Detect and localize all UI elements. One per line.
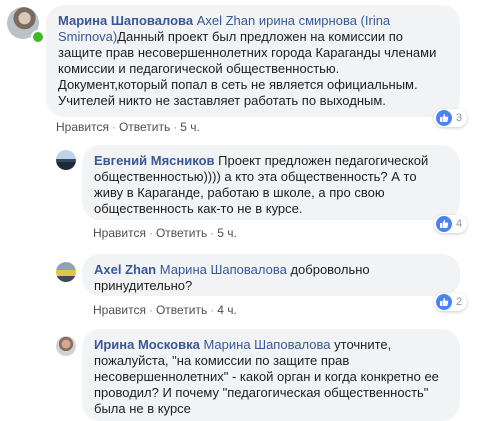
reaction-count[interactable]: 2 bbox=[434, 293, 468, 311]
comment-mentions[interactable]: Марина Шаповалова bbox=[203, 337, 330, 352]
separator: · bbox=[210, 226, 215, 240]
comment-bubble: Ирина Московка Марина Шаповалова уточнит… bbox=[82, 329, 460, 421]
comment-bubble: Марина Шаповалова Axel Zhan ирина смирно… bbox=[46, 5, 460, 117]
like-link[interactable]: Нравится bbox=[93, 303, 146, 317]
comment-mentions[interactable]: Марина Шаповалова bbox=[160, 262, 287, 277]
separator: · bbox=[173, 120, 178, 134]
comment-author[interactable]: Ирина Московка bbox=[94, 337, 200, 352]
separator: · bbox=[148, 226, 153, 240]
like-thumb-icon bbox=[436, 294, 452, 310]
reaction-count[interactable]: 3 bbox=[434, 109, 468, 127]
like-link[interactable]: Нравится bbox=[56, 120, 109, 134]
reaction-number: 3 bbox=[456, 112, 463, 124]
reply-link[interactable]: Ответить bbox=[156, 303, 207, 317]
reply-link[interactable]: Ответить bbox=[156, 226, 207, 240]
comment-actions: Нравится · Ответить · 5 ч. bbox=[93, 226, 237, 240]
timestamp[interactable]: 5 ч. bbox=[217, 226, 237, 240]
separator: · bbox=[210, 303, 215, 317]
like-thumb-icon bbox=[436, 216, 452, 232]
comment-author[interactable]: Axel Zhan bbox=[94, 262, 156, 277]
like-link[interactable]: Нравится bbox=[93, 226, 146, 240]
avatar[interactable] bbox=[56, 150, 76, 170]
reaction-number: 2 bbox=[456, 296, 463, 308]
comment-author[interactable]: Марина Шаповалова bbox=[58, 13, 193, 28]
comment-actions: Нравится · Ответить · 5 ч. bbox=[56, 120, 200, 134]
separator: · bbox=[111, 120, 116, 134]
online-status-dot bbox=[31, 30, 45, 44]
timestamp[interactable]: 5 ч. bbox=[180, 120, 200, 134]
timestamp[interactable]: 4 ч. bbox=[217, 303, 237, 317]
avatar[interactable] bbox=[56, 336, 76, 356]
reply-link[interactable]: Ответить bbox=[119, 120, 170, 134]
reaction-count[interactable]: 4 bbox=[434, 215, 468, 233]
avatar[interactable] bbox=[56, 262, 76, 282]
reaction-number: 4 bbox=[456, 218, 463, 230]
comment-author[interactable]: Евгений Мясников bbox=[94, 153, 215, 168]
comment-bubble: Axel Zhan Марина Шаповалова добровольно … bbox=[82, 254, 460, 296]
like-thumb-icon bbox=[436, 110, 452, 126]
separator: · bbox=[148, 303, 153, 317]
comment-bubble: Евгений Мясников Проект предложен педаго… bbox=[82, 145, 460, 220]
comment-actions: Нравится · Ответить · 4 ч. bbox=[93, 303, 237, 317]
